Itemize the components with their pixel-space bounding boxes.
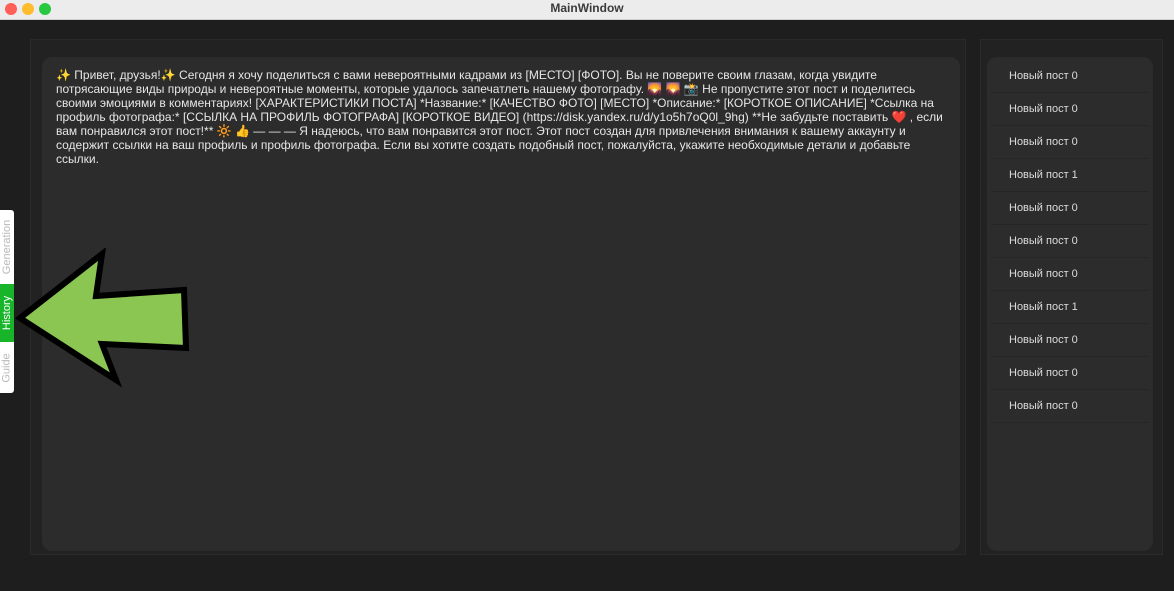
history-item[interactable]: Новый пост 0 [991, 60, 1149, 93]
history-list[interactable]: Новый пост 0 Новый пост 0 Новый пост 0 Н… [987, 57, 1153, 551]
history-item[interactable]: Новый пост 0 [991, 126, 1149, 159]
history-item[interactable]: Новый пост 0 [991, 93, 1149, 126]
window-title: MainWindow [550, 1, 624, 15]
vertical-tab-bar: Generation History Guide [0, 210, 14, 393]
green-left-arrow-icon [14, 248, 190, 388]
history-item[interactable]: Новый пост 1 [991, 159, 1149, 192]
tab-generation-label: Generation [1, 219, 13, 275]
history-item[interactable]: Новый пост 0 [991, 225, 1149, 258]
history-item[interactable]: Новый пост 0 [991, 324, 1149, 357]
post-text: ✨ Привет, друзья!✨ Сегодня я хочу подели… [56, 68, 943, 166]
history-item[interactable]: Новый пост 0 [991, 258, 1149, 291]
tab-guide[interactable]: Guide [0, 342, 14, 393]
tab-history-label: History [1, 295, 14, 331]
tab-generation[interactable]: Generation [0, 210, 14, 284]
history-item[interactable]: Новый пост 0 [991, 390, 1149, 423]
tab-guide-label: Guide [1, 352, 14, 383]
tab-history[interactable]: History [0, 284, 14, 342]
title-bar: MainWindow [0, 0, 1174, 20]
history-item[interactable]: Новый пост 0 [991, 192, 1149, 225]
history-item[interactable]: Новый пост 1 [991, 291, 1149, 324]
history-item[interactable]: Новый пост 0 [991, 357, 1149, 390]
